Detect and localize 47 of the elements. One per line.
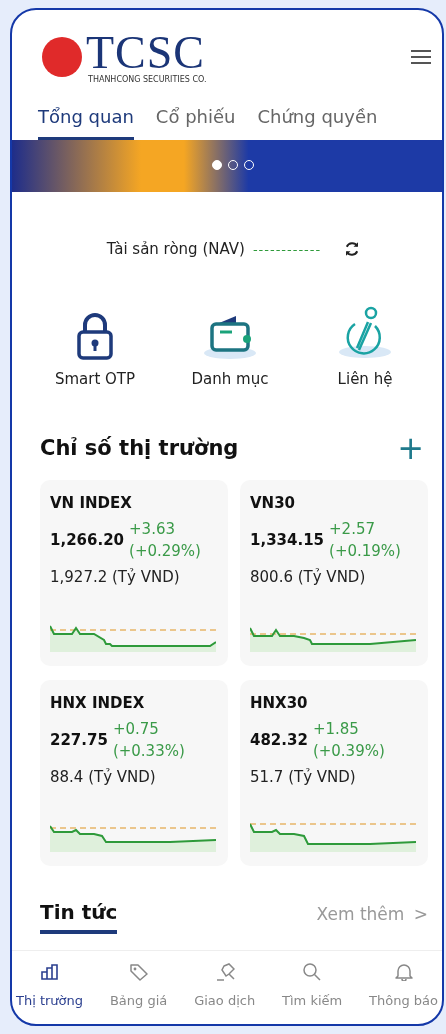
index-volume: 800.6 (Tỷ VND) <box>250 568 367 586</box>
index-value: 482.32 <box>250 731 308 749</box>
news-title[interactable]: Tin tức <box>40 900 118 934</box>
section-title: Chỉ số thị trường <box>40 436 239 460</box>
index-name: HNX INDEX <box>50 694 146 712</box>
index-percent: (+0.39%) <box>312 741 385 762</box>
logo-wordmark: TCSC <box>86 30 207 75</box>
index-value: 1,266.20 <box>50 531 125 549</box>
index-change: +1.85 <box>312 719 360 740</box>
index-volume: 51.7 (Tỷ VND) <box>250 768 357 786</box>
index-value: 1,334.15 <box>250 531 325 549</box>
quick-action-label[interactable]: Smart OTP <box>54 370 136 388</box>
add-button[interactable]: + <box>393 432 428 464</box>
index-change: +3.63 <box>129 519 176 540</box>
index-name: VN30 <box>250 494 297 512</box>
index-change: +0.75 <box>112 719 160 740</box>
tab[interactable]: Cổ phiếu <box>155 100 236 140</box>
bottom-nav-item[interactable]: Bảng giá <box>109 963 168 1008</box>
bottom-nav-item[interactable]: Giao dịch <box>194 963 256 1008</box>
index-value: 227.75 <box>50 731 108 749</box>
logo-tagline: THANHCONG SECURITIES CO. <box>88 74 207 84</box>
index-name: HNX30 <box>250 694 309 712</box>
bar-chart-icon <box>39 963 60 981</box>
quick-action-label[interactable]: Danh mục <box>191 370 269 388</box>
bottom-nav-item[interactable]: Thị trường <box>16 963 84 1008</box>
index-percent: (+0.19%) <box>329 541 401 562</box>
bottom-nav-item[interactable]: Thông báo <box>369 963 438 1008</box>
padlock-icon[interactable] <box>74 312 116 360</box>
index-volume: 88.4 (Tỷ VND) <box>50 768 157 786</box>
bell-icon <box>393 963 414 981</box>
eraser-icon <box>214 963 235 981</box>
nav-label: Tài sản ròng (NAV) <box>106 240 245 258</box>
index-percent: (+0.33%) <box>112 741 185 762</box>
index-percent: (+0.29%) <box>129 541 201 562</box>
index-change: +2.57 <box>329 519 376 540</box>
nav-value: ------------ <box>252 241 322 257</box>
promo-banner[interactable] <box>12 140 442 192</box>
menu-icon[interactable] <box>410 49 432 65</box>
index-name: VN INDEX <box>50 494 133 512</box>
logo-circle-icon <box>42 37 82 77</box>
tab[interactable]: Chứng quyền <box>257 100 378 140</box>
tag-icon <box>128 963 149 981</box>
search-icon <box>302 963 323 981</box>
index-volume: 1,927.2 (Tỷ VND) <box>50 568 181 586</box>
quick-action-label[interactable]: Liên hệ <box>337 370 393 388</box>
bottom-nav-item[interactable]: Tìm kiếm <box>282 963 343 1008</box>
carousel-dot[interactable] <box>212 160 222 170</box>
